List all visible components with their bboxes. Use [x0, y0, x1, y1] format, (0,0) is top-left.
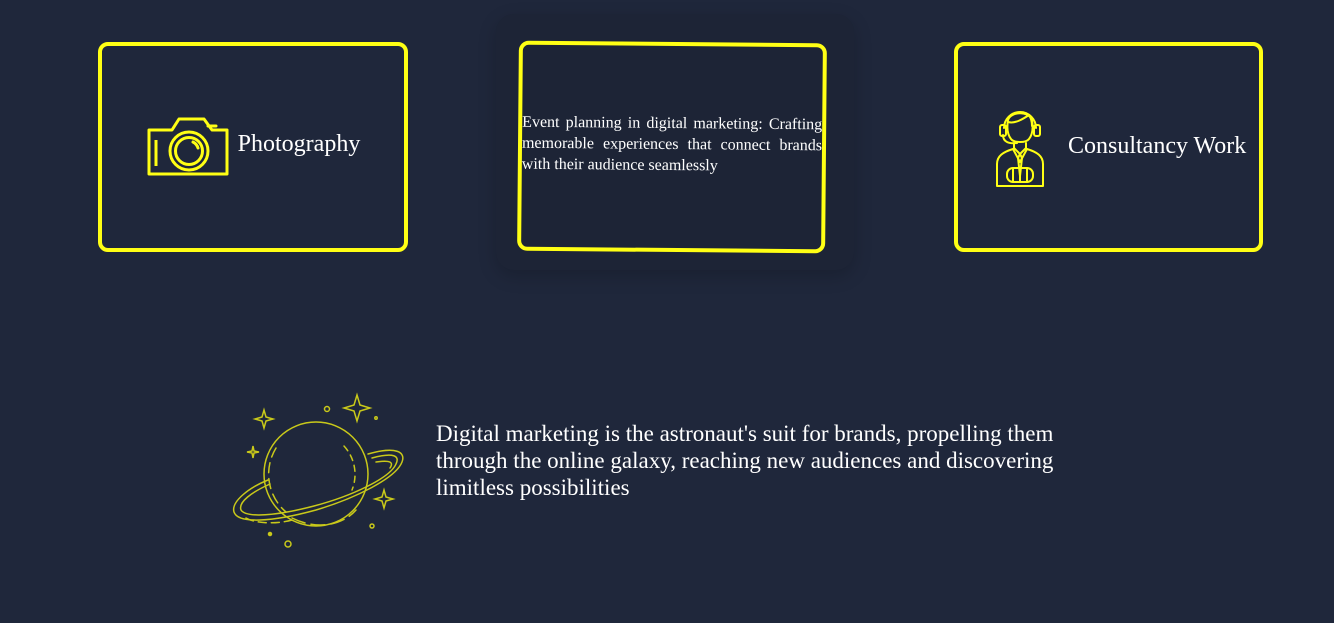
consultancy-label: Consultancy Work: [1068, 133, 1247, 159]
consultant-icon: [996, 111, 1044, 187]
tagline-text: Digital marketing is the astronaut's sui…: [436, 421, 1054, 500]
photography-label: Photography: [237, 131, 361, 157]
services-page: Photography Event planning in digital ma…: [0, 0, 1334, 623]
event-planning-card[interactable]: Event planning in digital marketing: Cra…: [517, 40, 827, 254]
camera-icon: [147, 117, 229, 176]
planet-icon: [233, 392, 404, 548]
photography-card[interactable]: Photography: [98, 42, 408, 252]
event-planning-description: Event planning in digital marketing: Cra…: [521, 113, 823, 174]
consultancy-card[interactable]: Consultancy Work: [954, 42, 1263, 252]
